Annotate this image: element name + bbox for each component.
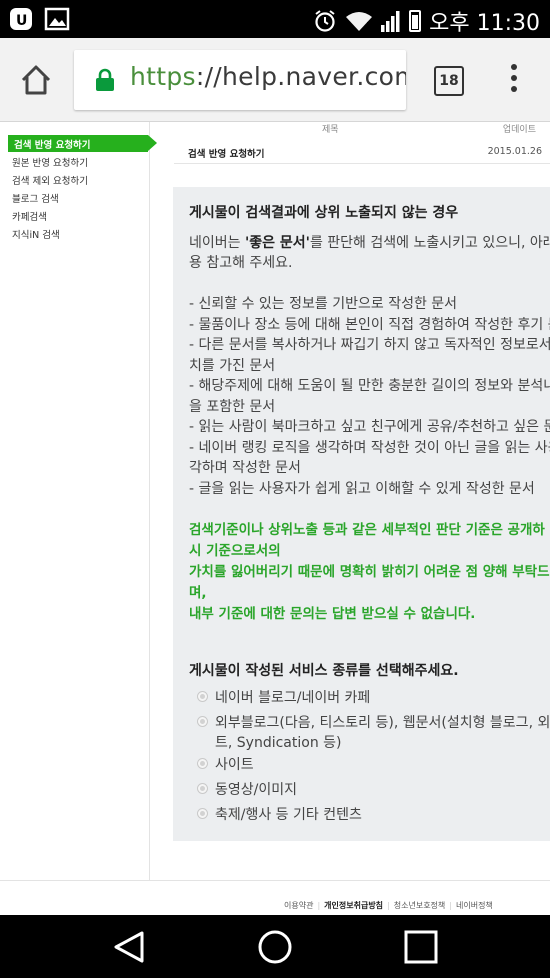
gallery-icon bbox=[44, 7, 70, 31]
notice-line: 며, bbox=[189, 585, 207, 601]
radio-external-blog[interactable] bbox=[197, 716, 208, 727]
home-circle-icon[interactable] bbox=[257, 929, 293, 965]
option-label[interactable]: 축제/행사 등 기타 컨텐츠 bbox=[215, 804, 362, 824]
bullet-line: 치를 가진 문서 bbox=[189, 358, 276, 374]
option-label-cont[interactable]: 트, Syndication 등) bbox=[215, 732, 342, 752]
sidebar-item[interactable]: 검색 제외 요청하기 bbox=[12, 173, 88, 187]
option-label[interactable]: 외부블로그(다음, 티스토리 등), 웹문서(설치형 블로그, 외부 bbox=[215, 712, 550, 732]
lock-icon bbox=[96, 68, 114, 91]
footer-divider bbox=[0, 880, 550, 881]
browser-toolbar: https://help.naver.com/s 18 bbox=[0, 38, 550, 122]
option-label[interactable]: 동영상/이미지 bbox=[215, 779, 297, 799]
bullet-line: - 신뢰할 수 있는 정보를 기반으로 작성한 문서 bbox=[189, 296, 458, 312]
svg-text:U: U bbox=[16, 13, 27, 29]
table-header: 제목 업데이트 bbox=[174, 122, 550, 135]
bullet-line: - 해당주제에 대해 도움이 될 만한 충분한 길이의 정보와 분석내용 bbox=[189, 378, 550, 394]
u-plus-icon: U bbox=[10, 8, 32, 30]
bullet-line: - 읽는 사람이 북마크하고 싶고 친구에게 공유/추천하고 싶은 문서 bbox=[189, 419, 550, 435]
url-rest: ://help.naver.com/s bbox=[195, 62, 406, 91]
wifi-icon bbox=[346, 12, 373, 31]
status-time: 오후 11:30 bbox=[429, 11, 540, 36]
battery-icon bbox=[409, 10, 422, 32]
row-title[interactable]: 검색 반영 요청하기 bbox=[188, 146, 265, 160]
url-text: https://help.naver.com/s bbox=[130, 62, 406, 91]
option-label[interactable]: 사이트 bbox=[215, 754, 254, 774]
notice-line: 가치를 잃어버리기 때문에 명확히 밝히기 어려운 점 양해 부탁드 bbox=[189, 564, 550, 580]
status-bar: U 오후 11:30 bbox=[0, 0, 550, 38]
address-bar[interactable]: https://help.naver.com/s bbox=[74, 50, 406, 110]
footer-link-privacy[interactable]: 개인정보취급방침 bbox=[324, 901, 383, 910]
system-nav-bar bbox=[0, 915, 550, 978]
intro-line: 네이버는 '좋은 문서'를 판단해 검색에 노출시키고 있으니, 아래 내 bbox=[189, 235, 550, 251]
sidebar-item[interactable]: 지식iN 검색 bbox=[12, 227, 60, 241]
sidebar-item-label: 검색 반영 요청하기 bbox=[14, 140, 91, 151]
sidebar-item[interactable]: 블로그 검색 bbox=[12, 191, 59, 205]
notice-line: 내부 기준에 대한 문의는 답변 받으실 수 없습니다. bbox=[189, 606, 476, 622]
col-title: 제목 bbox=[322, 125, 339, 135]
url-scheme: https bbox=[130, 62, 196, 91]
footer-link-policy[interactable]: 네이버정책 bbox=[456, 901, 493, 910]
footer-links: 이용약관 | 개인정보취급방침 | 청소년보호정책 | 네이버정책 bbox=[284, 901, 493, 910]
article-panel: 게시물이 검색결과에 상위 노출되지 않는 경우 네이버는 '좋은 문서'를 판… bbox=[173, 187, 550, 841]
recents-icon[interactable] bbox=[403, 929, 439, 965]
bullet-line: 각하며 작성한 문서 bbox=[189, 460, 301, 476]
bullet-line: - 다른 문서를 복사하거나 짜깁기 하지 않고 독자적인 정보로서의 bbox=[189, 337, 550, 353]
back-icon[interactable] bbox=[112, 929, 148, 965]
alarm-icon bbox=[315, 10, 335, 32]
sidebar-item[interactable]: 원본 반영 요청하기 bbox=[12, 155, 88, 169]
sidebar: 검색 반영 요청하기 원본 반영 요청하기 검색 제외 요청하기 블로그 검색 … bbox=[0, 122, 157, 880]
web-page: 검색 반영 요청하기 원본 반영 요청하기 검색 제외 요청하기 블로그 검색 … bbox=[0, 122, 550, 915]
footer-link-terms[interactable]: 이용약관 bbox=[284, 901, 313, 910]
intro-line-2: 용 참고해 주세요. bbox=[189, 255, 293, 271]
bullet-line: 을 포함한 문서 bbox=[189, 399, 276, 415]
service-question: 게시물이 작성된 서비스 종류를 선택해주세요. bbox=[189, 663, 459, 679]
radio-site[interactable] bbox=[197, 758, 208, 769]
footer-link-youth[interactable]: 청소년보호정책 bbox=[394, 901, 446, 910]
bullet-line: - 물품이나 장소 등에 대해 본인이 직접 경험하여 작성한 후기 문 bbox=[189, 317, 550, 333]
notice-line: 시 기준으로서의 bbox=[189, 543, 281, 559]
radio-naver-blog[interactable] bbox=[197, 691, 208, 702]
tab-switcher-button[interactable]: 18 bbox=[434, 66, 464, 96]
sidebar-item-active[interactable]: 검색 반영 요청하기 bbox=[8, 135, 157, 152]
overflow-menu-icon[interactable] bbox=[508, 64, 520, 100]
article-heading: 게시물이 검색결과에 상위 노출되지 않는 경우 bbox=[189, 205, 459, 221]
bullet-line: - 네이버 랭킹 로직을 생각하며 작성한 것이 아닌 글을 읽는 사용자 bbox=[189, 440, 550, 456]
row-date: 2015.01.26 bbox=[487, 146, 542, 157]
signal-icon bbox=[381, 11, 400, 32]
col-updated: 업데이트 bbox=[502, 125, 536, 135]
option-label[interactable]: 네이버 블로그/네이버 카페 bbox=[215, 687, 370, 707]
bullet-line: - 글을 읽는 사용자가 쉽게 읽고 이해할 수 있게 작성한 문서 bbox=[189, 481, 535, 497]
sidebar-item[interactable]: 카페검색 bbox=[12, 209, 47, 223]
radio-event[interactable] bbox=[197, 808, 208, 819]
home-icon[interactable] bbox=[18, 62, 54, 98]
table-row[interactable]: 검색 반영 요청하기 2015.01.26 bbox=[174, 140, 550, 164]
notice-line: 검색기준이나 상위노출 등과 같은 세부적인 판단 기준은 공개하 bbox=[189, 522, 545, 538]
radio-video-image[interactable] bbox=[197, 783, 208, 794]
